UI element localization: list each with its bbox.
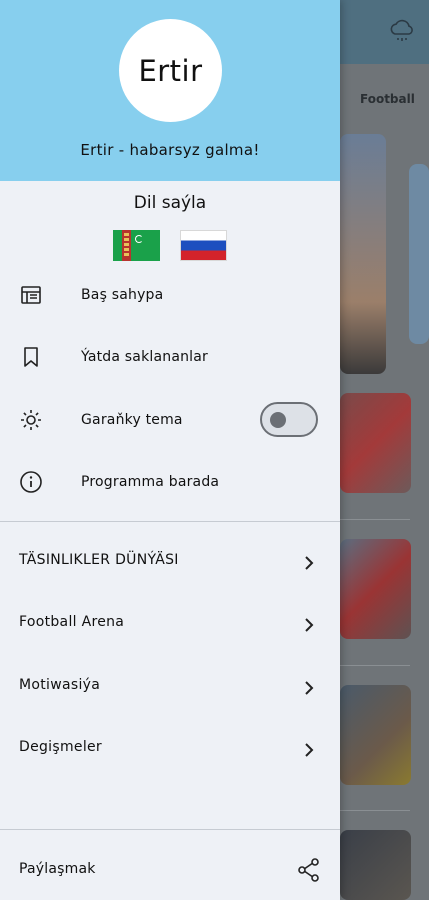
chevron-right-icon [305,556,314,570]
dark-theme-toggle[interactable] [260,402,318,437]
category-label: Motiwasiýa [19,677,101,693]
chevron-right-icon [305,618,314,632]
menu-item-label: Ýatda saklananlar [81,349,209,365]
background-card[interactable] [409,164,429,344]
info-icon [19,470,43,494]
language-title: Dil saýla [133,193,207,213]
background-divider [340,519,410,520]
toggle-knob [270,412,286,428]
category-item-football-arena[interactable]: Football Arena [0,600,340,650]
background-card[interactable] [340,539,411,639]
menu-item-about[interactable]: Programma barada [0,454,340,510]
background-divider [340,665,410,666]
app-logo: Ertir [119,19,222,122]
flag-ornament-stripe [122,230,131,261]
chevron-right-icon [305,681,314,695]
share-divider [0,829,340,830]
chevron-right-icon [305,743,314,757]
menu-item-bookmarks[interactable]: Ýatda saklananlar [0,329,340,385]
menu-item-label: Garaňky tema [81,412,183,428]
drawer-header: Ertir Ertir - habarsyz galma! [0,0,340,181]
menu-item-label: Programma barada [81,474,220,490]
background-card[interactable] [340,685,411,785]
category-item-wonders[interactable]: TÄSINLIKLER DÜNÝÄSI [0,538,340,588]
bookmark-icon [19,345,43,369]
background-card[interactable] [340,134,386,374]
background-card[interactable] [340,830,411,900]
weather-cloud-icon[interactable] [389,18,415,44]
sun-icon [19,408,43,432]
category-item-motivation[interactable]: Motiwasiýa [0,663,340,713]
category-label: Football Arena [19,614,125,630]
share-icon [298,858,319,882]
navigation-drawer: Ertir Ertir - habarsyz galma! Dil saýla … [0,0,340,900]
menu-item-label: Baş sahypa [81,287,164,303]
turkmenistan-flag-button[interactable] [113,230,160,261]
category-label: Degişmeler [19,739,102,755]
background-card[interactable] [340,393,411,493]
flag-crescent [135,235,143,243]
russia-flag-button[interactable] [180,230,227,261]
menu-item-home[interactable]: Baş sahypa [0,267,340,323]
menu-divider [0,521,340,522]
background-tab-football[interactable]: Football [360,92,415,106]
share-button[interactable]: Paýlaşmak [0,845,340,895]
share-label: Paýlaşmak [19,861,96,877]
background-divider [340,810,410,811]
category-label: TÄSINLIKLER DÜNÝÄSI [19,552,179,568]
newspaper-icon [19,283,43,307]
app-tagline: Ertir - habarsyz galma! [80,141,260,159]
category-item-jokes[interactable]: Degişmeler [0,725,340,775]
